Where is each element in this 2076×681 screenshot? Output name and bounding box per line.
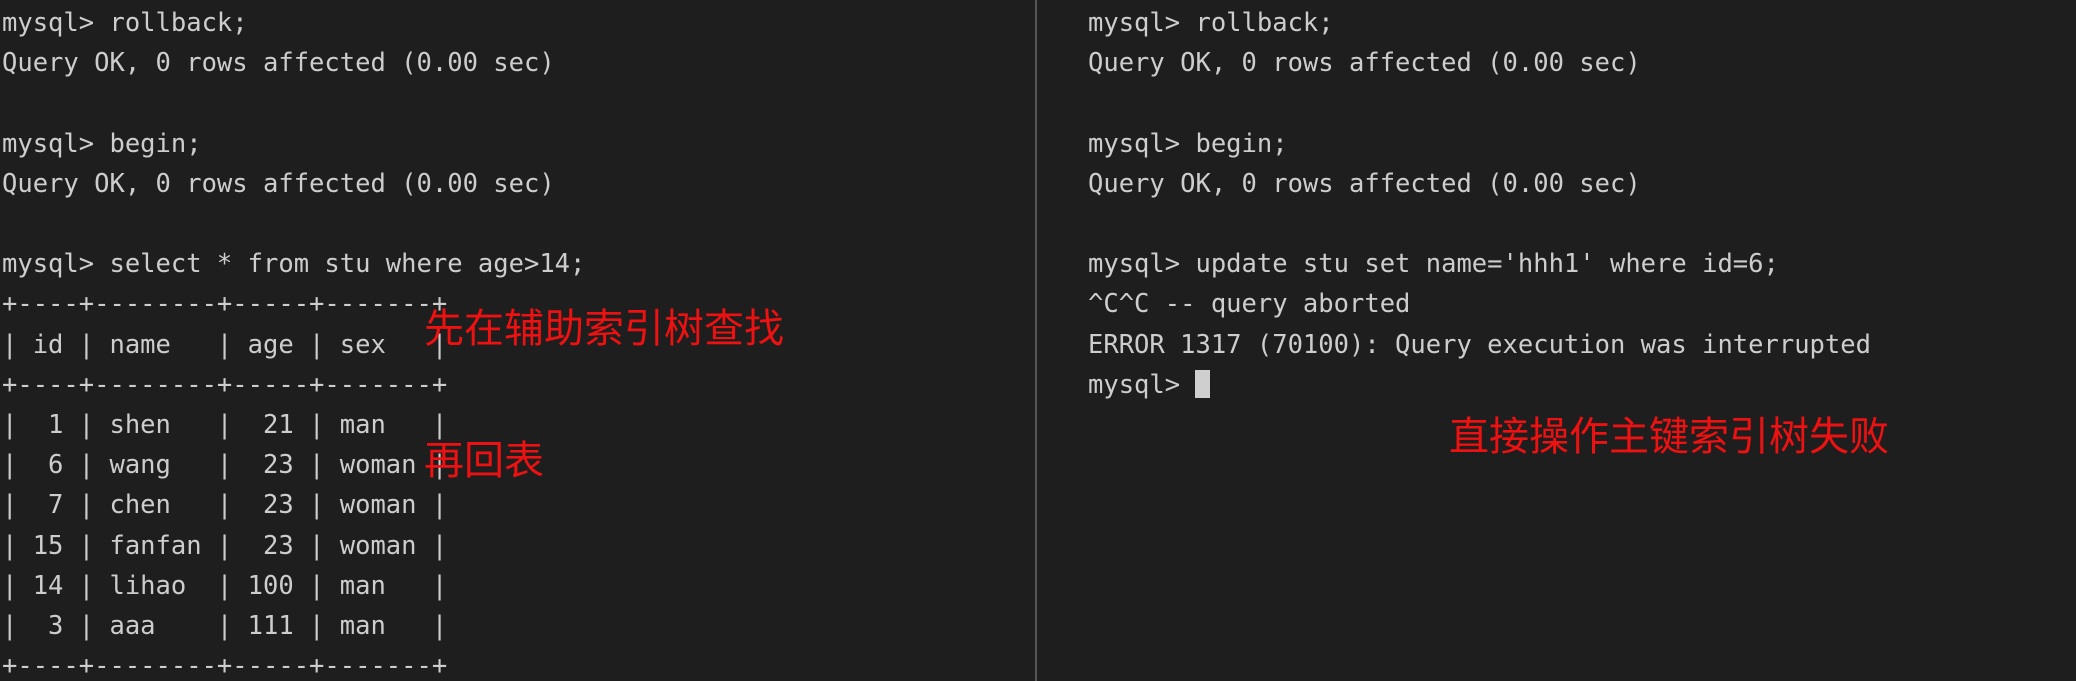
right-terminal-output: mysql> rollback; Query OK, 0 rows affect… [1088, 3, 1871, 405]
annotation-primary-index: 直接操作主键索引树失败 [1449, 414, 1889, 460]
right-terminal-pane[interactable]: mysql> rollback; Query OK, 0 rows affect… [1036, 0, 2076, 681]
terminal-screenshot: mysql> rollback; Query OK, 0 rows affect… [0, 0, 2076, 681]
shell-prompt: mysql> [1088, 369, 1196, 400]
text-cursor[interactable] [1195, 369, 1211, 398]
right-terminal-scrollback: mysql> rollback; Query OK, 0 rows affect… [1088, 8, 1871, 360]
annotation-secondary-index: 先在辅助索引树查找 再回表 [424, 306, 784, 484]
